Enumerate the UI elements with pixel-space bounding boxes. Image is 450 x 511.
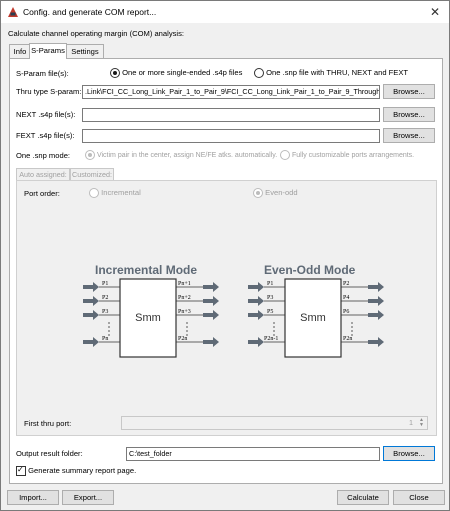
incremental-option-label: Incremental [101, 188, 141, 197]
inc-right-port-2: Pn+2 [178, 295, 191, 301]
inc-left-port-4: Pn [102, 336, 108, 342]
evenodd-block-label: Smm [300, 312, 326, 324]
single-ended-option-label: One or more single-ended .s4p files [122, 68, 243, 77]
incremental-radio[interactable] [89, 188, 99, 198]
incremental-diagram-title: Incremental Mode [95, 263, 198, 277]
tab-settings[interactable]: Settings [66, 44, 104, 58]
title-bar: Config. and generate COM report... ✕ [1, 1, 449, 23]
next-file-field[interactable] [82, 108, 380, 122]
close-icon[interactable]: ✕ [427, 4, 443, 20]
victim-center-radio[interactable] [85, 150, 95, 160]
inc-right-port-4: P2n [178, 336, 187, 342]
incremental-option[interactable]: Incremental [89, 188, 141, 198]
fext-label: FEXT .s4p file(s): [16, 131, 75, 140]
snp-radio[interactable] [254, 68, 264, 78]
custom-ports-option[interactable]: Fully customizable ports arrangements. [280, 150, 414, 160]
snp-option-label: One .snp file with THRU, NEXT and FEXT [266, 68, 409, 77]
output-folder-label: Output result folder: [16, 449, 83, 458]
victim-center-option[interactable]: Victim pair in the center, assign NE/FE … [85, 150, 277, 160]
custom-ports-radio[interactable] [280, 150, 290, 160]
inc-left-port-2: P2 [102, 295, 108, 301]
first-thru-spinner[interactable]: 1 ▲ ▼ [121, 416, 428, 430]
app-icon [8, 7, 18, 17]
import-button[interactable]: Import... [7, 490, 59, 505]
thru-label: Thru type S-param: [16, 87, 82, 96]
incremental-diagram: Smm P1 P2 P3 Pn Pn+1 Pn+2 Pn+3 P2n [83, 278, 219, 358]
tab-info[interactable]: Info [9, 44, 31, 58]
sparam-files-label: S-Param file(s): [16, 69, 69, 78]
next-browse-button[interactable]: Browse... [383, 107, 435, 122]
export-button[interactable]: Export... [62, 490, 114, 505]
evenodd-option[interactable]: Even-odd [253, 188, 298, 198]
port-order-label: Port order: [24, 189, 60, 198]
summary-label: Generate summary report page. [28, 466, 137, 475]
close-button[interactable]: Close [393, 490, 445, 505]
single-ended-radio[interactable] [110, 68, 120, 78]
window-title: Config. and generate COM report... [23, 7, 157, 17]
eo-right-port-3: P6 [343, 309, 349, 315]
evenodd-radio[interactable] [253, 188, 263, 198]
eo-left-port-1: P1 [267, 281, 273, 287]
single-ended-option[interactable]: One or more single-ended .s4p files [110, 68, 242, 78]
eo-left-port-3: P5 [267, 309, 273, 315]
summary-option[interactable]: Generate summary report page. [16, 465, 137, 476]
eo-right-port-2: P4 [343, 295, 349, 301]
com-config-dialog: Config. and generate COM report... ✕ Cal… [0, 0, 450, 511]
inc-right-port-3: Pn+3 [178, 309, 191, 315]
victim-center-label: Victim pair in the center, assign NE/FE … [96, 151, 278, 159]
calculate-button[interactable]: Calculate [337, 490, 389, 505]
first-thru-label: First thru port: [24, 419, 72, 428]
evenodd-diagram-title: Even-Odd Mode [264, 263, 356, 277]
eo-right-port-1: P2 [343, 281, 349, 287]
tab-sparams[interactable]: S-Params [29, 43, 67, 59]
eo-right-port-4: P2n [343, 336, 352, 342]
inc-left-port-3: P3 [102, 309, 108, 315]
fext-browse-button[interactable]: Browse... [383, 128, 435, 143]
eo-left-port-2: P3 [267, 295, 273, 301]
eo-left-port-4: P2n-1 [264, 336, 278, 342]
custom-ports-label: Fully customizable ports arrangements. [291, 151, 415, 159]
next-label: NEXT .s4p file(s): [16, 110, 76, 119]
output-folder-field[interactable]: C:\test_folder [126, 447, 380, 461]
thru-file-field[interactable]: .Link\FCI_CC_Long_Link_Pair_1_to_Pair_9\… [82, 85, 380, 99]
evenodd-diagram: Smm P1 P3 P5 P2n-1 P2 P4 P6 P2n [248, 278, 384, 358]
thru-browse-button[interactable]: Browse... [383, 84, 435, 99]
inc-right-port-1: Pn+1 [178, 281, 191, 287]
snp-mode-label: One .snp mode: [16, 151, 71, 160]
description-text: Calculate channel operating margin (COM)… [8, 29, 185, 38]
first-thru-value: 1 [409, 418, 413, 427]
spinner-arrows-icon[interactable]: ▲ ▼ [417, 418, 426, 428]
incremental-block-label: Smm [135, 312, 161, 324]
summary-checkbox[interactable] [16, 465, 26, 476]
evenodd-option-label: Even-odd [265, 188, 298, 197]
inc-left-port-1: P1 [102, 281, 108, 287]
snp-option[interactable]: One .snp file with THRU, NEXT and FEXT [254, 68, 408, 78]
output-browse-button[interactable]: Browse... [383, 446, 435, 461]
fext-file-field[interactable] [82, 129, 380, 143]
